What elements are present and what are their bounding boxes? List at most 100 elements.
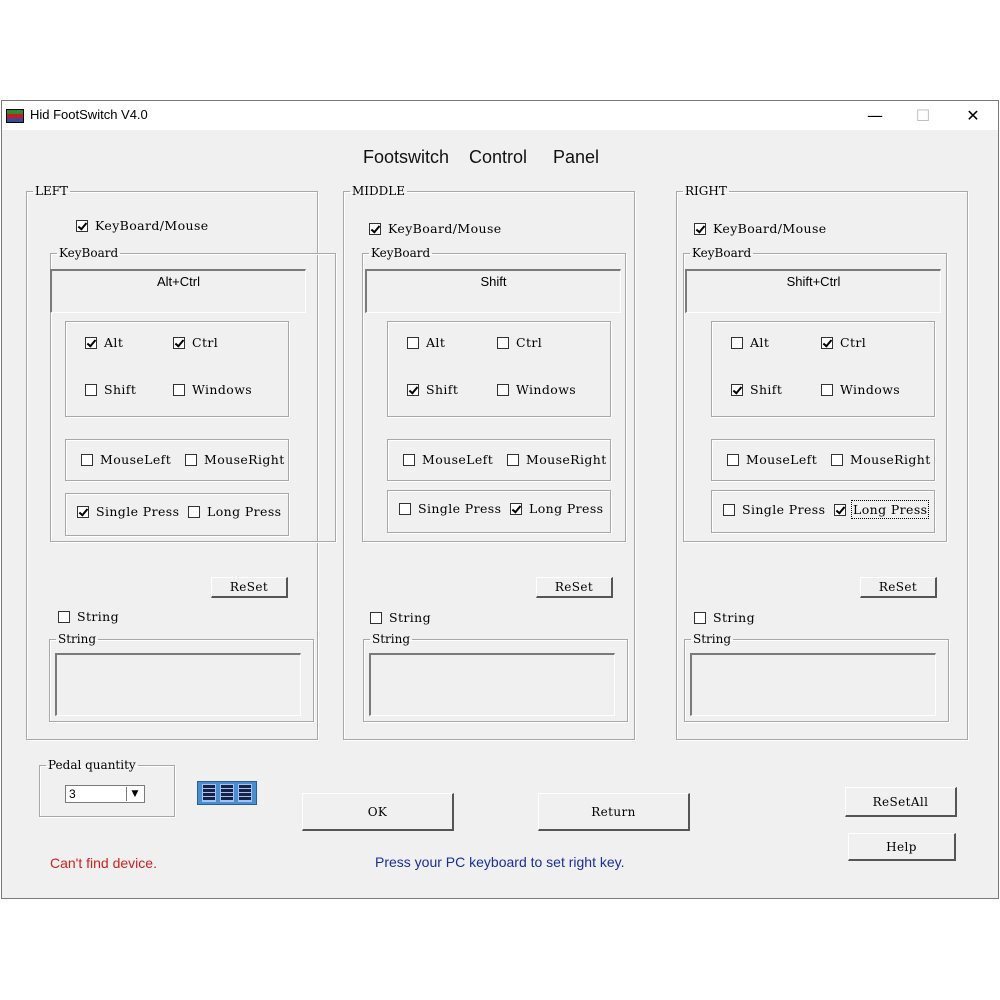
checkbox-label: Shift — [426, 382, 459, 397]
checkbox-label: Long Press — [207, 504, 282, 519]
panel-right-windows-checkbox[interactable]: Windows — [821, 382, 900, 397]
panel-left-key-display[interactable]: Alt+Ctrl — [50, 269, 306, 313]
panel-left-alt-checkbox[interactable]: Alt — [85, 335, 123, 350]
panel-left-string-checkbox[interactable]: String — [58, 609, 119, 624]
checkbox-label: Ctrl — [516, 335, 543, 350]
panel-middle-string-checkbox[interactable]: String — [370, 610, 431, 625]
panel-left-ctrl-checkbox[interactable]: Ctrl — [173, 335, 218, 350]
checkbox-icon[interactable] — [81, 453, 93, 466]
checkbox-icon[interactable] — [723, 503, 735, 516]
panel-left-mouse-right-checkbox[interactable]: MouseRight — [185, 452, 285, 467]
checkbox-icon[interactable] — [370, 611, 382, 624]
checkbox-icon[interactable] — [188, 505, 200, 518]
checkbox-label: MouseLeft — [746, 452, 818, 467]
checkbox-icon[interactable] — [694, 222, 706, 235]
checkbox-label: String — [713, 610, 756, 625]
pedal-icon — [220, 784, 234, 802]
maximize-button[interactable]: ☐ — [898, 101, 948, 130]
panel-left-single-press-checkbox[interactable]: Single Press — [77, 504, 179, 519]
panel-middle-legend: MIDDLE — [352, 184, 405, 198]
checkbox-icon[interactable] — [821, 383, 833, 396]
panel-left-keyboard-mouse-checkbox[interactable]: KeyBoard/Mouse — [76, 218, 209, 233]
panel-middle-keyboard-mouse-checkbox[interactable]: KeyBoard/Mouse — [369, 221, 502, 236]
checkbox-icon[interactable] — [399, 502, 411, 515]
checkbox-label: MouseRight — [204, 452, 285, 467]
panel-left-long-press-checkbox[interactable]: Long Press — [188, 504, 281, 519]
checkbox-icon[interactable] — [694, 611, 706, 624]
close-button[interactable]: ✕ — [948, 101, 998, 130]
checkbox-icon[interactable] — [821, 336, 833, 349]
checkbox-icon[interactable] — [403, 453, 415, 466]
checkbox-icon[interactable] — [369, 222, 381, 235]
checkbox-label: Long Press — [850, 500, 930, 519]
checkbox-label: String — [77, 609, 120, 624]
checkbox-icon[interactable] — [407, 383, 419, 396]
checkbox-icon[interactable] — [173, 336, 185, 349]
panel-middle-key-display[interactable]: Shift — [365, 269, 621, 313]
panel-left-shift-checkbox[interactable]: Shift — [85, 382, 136, 397]
return-button[interactable]: Return — [538, 793, 690, 831]
checkbox-icon[interactable] — [497, 383, 509, 396]
panel-middle-alt-checkbox[interactable]: Alt — [407, 335, 445, 350]
panel-right-alt-checkbox[interactable]: Alt — [731, 335, 769, 350]
panel-middle-mouse-left-checkbox[interactable]: MouseLeft — [403, 452, 493, 467]
reset-all-button[interactable]: ReSetAll — [845, 787, 957, 817]
panel-right-string-legend: String — [693, 632, 732, 646]
heading-word-3: Panel — [553, 147, 600, 167]
checkbox-icon[interactable] — [407, 336, 419, 349]
chevron-down-icon[interactable]: ▼ — [126, 787, 143, 801]
checkbox-icon[interactable] — [507, 453, 519, 466]
panel-left-string-input[interactable] — [55, 653, 301, 716]
panel-middle-shift-checkbox[interactable]: Shift — [407, 382, 458, 397]
panel-left-reset-button[interactable]: ReSet — [211, 577, 288, 598]
checkbox-icon[interactable] — [727, 453, 739, 466]
pedal-icon — [238, 784, 252, 802]
app-window: Hid FootSwitch V4.0 — ☐ ✕ Footswitch Con… — [1, 100, 999, 899]
checkbox-label: KeyBoard/Mouse — [713, 221, 827, 236]
checkbox-label: MouseRight — [526, 452, 607, 467]
title-bar[interactable]: Hid FootSwitch V4.0 — ☐ ✕ — [2, 101, 998, 130]
panel-right-string-input[interactable] — [690, 653, 936, 716]
panel-left-windows-checkbox[interactable]: Windows — [173, 382, 252, 397]
help-button[interactable]: Help — [848, 833, 956, 861]
panel-right-key-display[interactable]: Shift+Ctrl — [685, 269, 941, 313]
panel-right-string-checkbox[interactable]: String — [694, 610, 755, 625]
checkbox-icon[interactable] — [85, 383, 97, 396]
checkbox-icon[interactable] — [76, 219, 88, 232]
panel-right-keyboard-mouse-checkbox[interactable]: KeyBoard/Mouse — [694, 221, 827, 236]
checkbox-icon[interactable] — [831, 453, 843, 466]
checkbox-icon[interactable] — [173, 383, 185, 396]
panel-middle-mouse-right-checkbox[interactable]: MouseRight — [507, 452, 607, 467]
checkbox-label: Shift — [104, 382, 137, 397]
checkbox-icon[interactable] — [85, 336, 97, 349]
checkbox-icon[interactable] — [497, 336, 509, 349]
checkbox-icon[interactable] — [834, 503, 846, 516]
panel-middle-reset-button[interactable]: ReSet — [536, 577, 613, 598]
panel-middle-single-press-checkbox[interactable]: Single Press — [399, 501, 501, 516]
panel-middle-long-press-checkbox[interactable]: Long Press — [510, 501, 603, 516]
panel-right-reset-button[interactable]: ReSet — [860, 577, 937, 598]
panel-left-mouse-left-checkbox[interactable]: MouseLeft — [81, 452, 171, 467]
panel-middle-windows-checkbox[interactable]: Windows — [497, 382, 576, 397]
panel-right-shift-checkbox[interactable]: Shift — [731, 382, 782, 397]
checkbox-icon[interactable] — [58, 610, 70, 623]
panel-right-long-press-checkbox[interactable]: Long Press — [834, 500, 930, 519]
panel-right-ctrl-checkbox[interactable]: Ctrl — [821, 335, 866, 350]
panel-right-mouse-left-checkbox[interactable]: MouseLeft — [727, 452, 817, 467]
panel-right-single-press-checkbox[interactable]: Single Press — [723, 502, 825, 517]
minimize-button[interactable]: — — [850, 101, 900, 130]
checkbox-icon[interactable] — [510, 502, 522, 515]
ok-button[interactable]: OK — [302, 793, 454, 831]
checkbox-label: Alt — [750, 335, 770, 350]
pedal-indicator — [197, 781, 257, 805]
checkbox-icon[interactable] — [731, 336, 743, 349]
checkbox-icon[interactable] — [77, 505, 89, 518]
heading-word-1: Footswitch — [363, 147, 450, 167]
checkbox-icon[interactable] — [731, 383, 743, 396]
checkbox-label: Windows — [840, 382, 901, 397]
checkbox-icon[interactable] — [185, 453, 197, 466]
panel-middle-ctrl-checkbox[interactable]: Ctrl — [497, 335, 542, 350]
panel-right-mouse-right-checkbox[interactable]: MouseRight — [831, 452, 931, 467]
panel-middle-string-input[interactable] — [369, 653, 615, 716]
pedal-quantity-select[interactable]: 3 ▼ — [65, 785, 145, 803]
